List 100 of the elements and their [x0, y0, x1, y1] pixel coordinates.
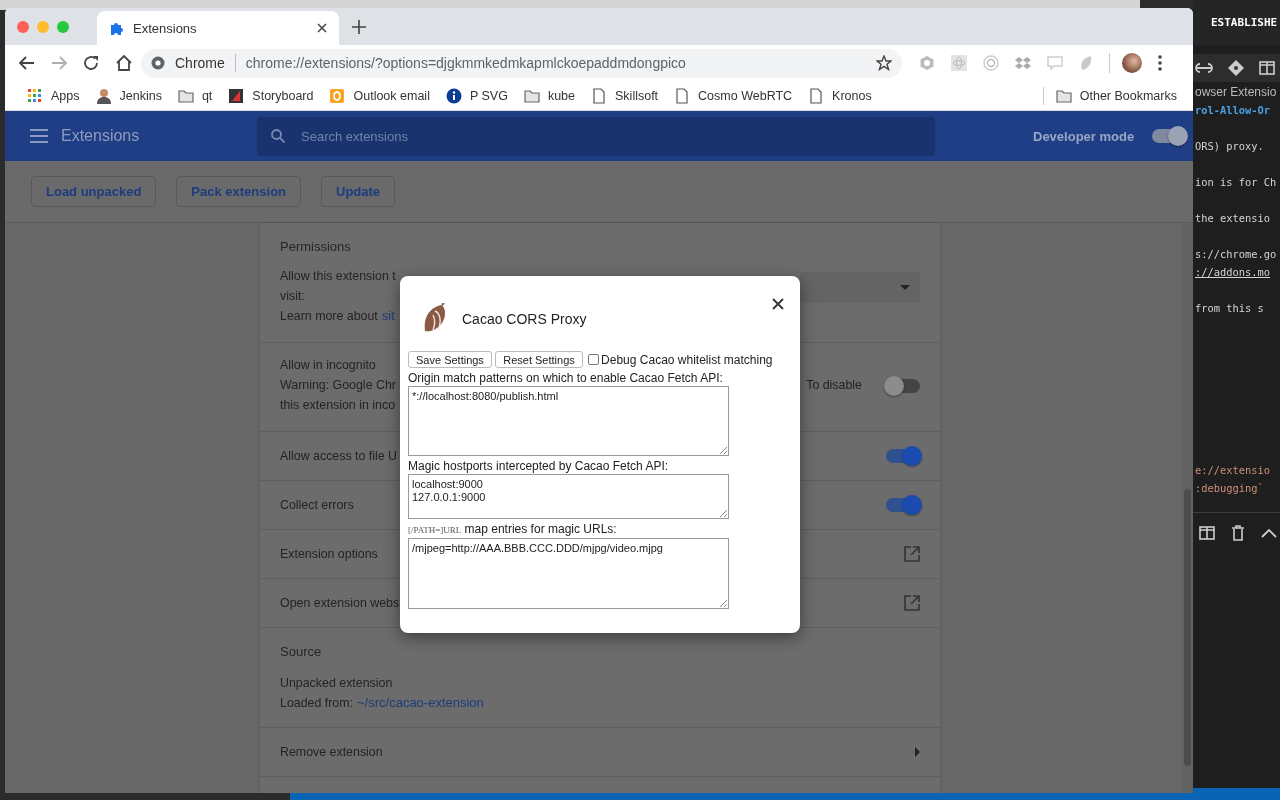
trash-icon[interactable] [1231, 525, 1245, 541]
bookmark-item[interactable]: Kronos [800, 83, 880, 108]
chevron-up-icon[interactable] [1261, 528, 1277, 538]
developer-mode-toggle[interactable] [1152, 129, 1187, 143]
close-window-button[interactable] [17, 20, 29, 33]
menu-icon[interactable] [1158, 55, 1162, 71]
warning-text: Warning: Google Chr [280, 377, 396, 394]
split-icon[interactable] [1199, 526, 1215, 540]
checkbox[interactable] [588, 354, 600, 366]
address-bar[interactable]: Chrome chrome://extensions/?options=djgkmmkedmkapmlckoepaddmdongpico [141, 48, 902, 78]
setting-label: Allow access to file U [280, 448, 398, 465]
split-icon[interactable] [1259, 60, 1275, 76]
person-icon [95, 87, 112, 104]
bookmark-item[interactable]: Storyboard [220, 83, 322, 108]
toggle-switch[interactable] [886, 379, 920, 393]
code-line: ion is for Ch [1195, 175, 1277, 190]
permission-text: Allow this extension t [280, 268, 396, 285]
field-label: map entries for magic URLs: [464, 522, 617, 537]
setting-label: Collect errors [280, 497, 354, 514]
home-icon[interactable] [115, 55, 133, 71]
dialog-title: Cacao CORS Proxy [462, 311, 588, 327]
chrome-logo-icon [151, 56, 165, 70]
code-line: ://addons.mo [1195, 265, 1271, 280]
link-icon[interactable] [1195, 60, 1213, 76]
search-icon [271, 129, 285, 143]
toggle-switch[interactable] [886, 498, 920, 512]
section-title: Permissions [280, 238, 352, 256]
bookmark-item[interactable]: Outlook email [321, 83, 438, 108]
page-icon [674, 87, 691, 104]
bookmark-item[interactable]: Jenkins [87, 83, 170, 108]
back-arrow-icon[interactable] [19, 56, 35, 70]
folder-icon [523, 87, 540, 104]
storyboard-icon [228, 87, 245, 104]
page-icon [808, 87, 825, 104]
bookmark-item[interactable]: Apps [19, 83, 88, 108]
settings-button[interactable]: Reset Settings [495, 351, 583, 369]
bookmark-item[interactable]: P SVG [437, 83, 516, 108]
bookmark-item[interactable]: Other Bookmarks [1047, 83, 1185, 108]
close-icon[interactable] [772, 298, 784, 310]
open-in-new-icon[interactable] [904, 546, 920, 562]
code-line: the extensio [1195, 211, 1271, 226]
page-title: Extensions [61, 127, 141, 145]
browser-tab[interactable]: Extensions [97, 11, 339, 45]
code-line: owser Extensio [1195, 84, 1277, 100]
apps-icon [27, 87, 43, 104]
developer-mode-label: Developer mode [1033, 128, 1135, 144]
diamond-icon[interactable] [1227, 59, 1245, 77]
triangle-right-icon [915, 747, 920, 757]
text-area[interactable]: *://localhost:8080/publish.html [408, 386, 729, 457]
settings-button[interactable]: Save Settings [408, 351, 492, 369]
permission-text: visit: [280, 288, 305, 305]
resize-handle-icon [720, 600, 727, 608]
puzzle-icon [109, 20, 125, 36]
site-label: Chrome [175, 55, 225, 71]
page-icon [591, 87, 607, 104]
code-line: :debugging` [1195, 481, 1264, 496]
field-label: [/PATH=]URL [408, 525, 462, 536]
code-line: ORS) proxy. [1195, 139, 1264, 154]
setting-label: Open extension webs [280, 595, 400, 612]
close-icon[interactable] [317, 23, 327, 33]
target-icon[interactable] [983, 55, 999, 71]
new-tab-icon[interactable] [352, 20, 366, 34]
avatar[interactable] [1122, 53, 1142, 73]
loaded-from-label: Loaded from: [280, 695, 353, 712]
resize-handle-icon [720, 447, 727, 455]
scrollbar[interactable] [1182, 223, 1193, 793]
warning-text: this extension in inco [280, 397, 396, 414]
section-title: Source [280, 643, 323, 661]
field-label: Magic hostports intercepted by Cacao Fetch API: [408, 459, 669, 474]
reload-icon[interactable] [83, 55, 99, 71]
text-area[interactable]: /mjpeg=http://AAA.BBB.CCC.DDD/mjpg/video.mjpg [408, 538, 729, 610]
source-type: Unpacked extension [280, 675, 394, 692]
bookmark-item[interactable]: Skillsoft [583, 83, 667, 108]
terminal-title: ESTABLISHE [1211, 16, 1278, 29]
box-icon[interactable] [1015, 56, 1031, 70]
resize-handle-icon [720, 510, 727, 518]
bookmark-item[interactable]: kube [515, 83, 583, 108]
url-text: chrome://extensions/?options=djgkmmkedmkapmlckoepaddmdongpico [245, 55, 687, 71]
code-line: from this s [1195, 301, 1264, 316]
text-area[interactable]: localhost:9000 127.0.0.1:9000 [408, 474, 729, 520]
code-line: e://extensio [1195, 463, 1271, 478]
checkbox-label: Debug Cacao whitelist matching [601, 352, 773, 367]
tab-title: Extensions [133, 20, 198, 36]
learn-more-text: Learn more about [280, 308, 378, 325]
warning-text: To disable [806, 377, 862, 394]
bookmark-item[interactable]: qt [169, 83, 221, 108]
code-line: s://chrome.go [1195, 247, 1277, 262]
open-in-new-icon[interactable] [904, 595, 920, 611]
folder-icon [177, 87, 194, 104]
outlook-icon [329, 87, 346, 104]
star-icon[interactable] [876, 55, 892, 71]
hexagon-icon[interactable] [919, 55, 935, 71]
toggle-switch[interactable] [886, 449, 920, 463]
bookmark-item[interactable]: Cosmo WebRTC [666, 83, 801, 108]
setting-label: Extension options [280, 546, 378, 563]
info-icon [445, 87, 462, 104]
setting-label: Allow in incognito [280, 357, 376, 374]
field-label: Origin match patterns on which to enable Cacao Fetch API: [408, 371, 723, 386]
caret-icon [900, 285, 910, 290]
code-line: rol-Allow-Or [1195, 103, 1271, 118]
